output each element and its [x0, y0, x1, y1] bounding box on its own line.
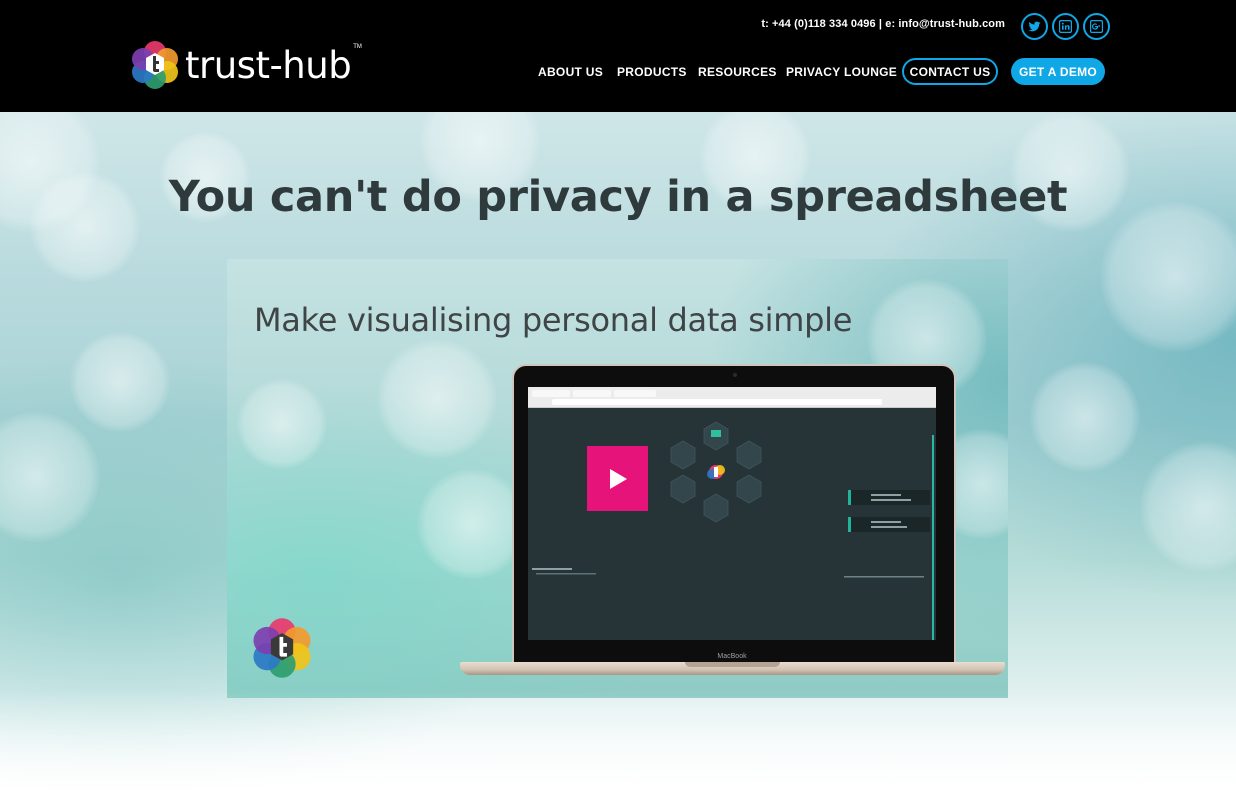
- browser-tab: [532, 390, 570, 397]
- laptop-label: MacBook: [717, 653, 747, 660]
- google-plus-button[interactable]: [1083, 13, 1110, 40]
- bokeh-light: [1100, 202, 1236, 352]
- google-plus-icon: [1090, 20, 1103, 33]
- side-card: [848, 490, 930, 505]
- trust-hub-logo-icon: [132, 41, 178, 89]
- browser-tab: [573, 390, 611, 397]
- bokeh-light: [417, 469, 527, 579]
- app-scroll-indicator: [932, 435, 934, 640]
- twitter-icon: [1028, 21, 1041, 32]
- video-heading: Make visualising personal data simple: [254, 301, 853, 339]
- linkedin-button[interactable]: [1052, 13, 1079, 40]
- bokeh-light: [1140, 442, 1236, 572]
- trademark: TM: [353, 44, 362, 50]
- laptop-base: [460, 662, 1005, 675]
- bokeh-light: [0, 412, 100, 542]
- nav-about-us[interactable]: ABOUT US: [538, 58, 603, 85]
- bokeh-light: [377, 339, 497, 459]
- video-player[interactable]: Make visualising personal data simple Ma…: [227, 259, 1008, 698]
- hero-section: You can't do privacy in a spreadsheet Ma…: [0, 112, 1236, 800]
- bokeh-light: [70, 332, 170, 432]
- nav-privacy-lounge[interactable]: PRIVACY LOUNGE: [786, 58, 897, 85]
- site-header: trust-hub TM t: +44 (0)118 334 0496 | e:…: [0, 0, 1236, 112]
- contact-us-button[interactable]: CONTACT US: [902, 58, 998, 85]
- browser-tab: [614, 390, 656, 397]
- laptop-screen: [512, 364, 956, 664]
- nav-products[interactable]: PRODUCTS: [617, 58, 687, 85]
- laptop-notch: [685, 662, 780, 667]
- app-dashboard: [528, 408, 936, 640]
- bokeh-light: [1030, 362, 1140, 472]
- browser-url-bar: [552, 399, 882, 405]
- browser-bar: [528, 387, 936, 408]
- brand-name: trust-hub: [185, 43, 352, 87]
- side-card: [848, 517, 930, 532]
- laptop-camera: [733, 373, 737, 377]
- linkedin-icon: [1059, 20, 1072, 33]
- trust-hub-logo-icon: [253, 618, 311, 678]
- app-screenshot: [528, 387, 936, 640]
- hero-title: You can't do privacy in a spreadsheet: [168, 172, 1068, 222]
- get-a-demo-button[interactable]: GET A DEMO: [1011, 58, 1105, 85]
- brand-logo-link[interactable]: trust-hub TM: [130, 40, 362, 90]
- play-button[interactable]: [587, 446, 648, 511]
- bokeh-light: [237, 379, 327, 469]
- play-icon: [609, 468, 627, 489]
- hero-bottom-fade: [0, 690, 1236, 800]
- contact-info: t: +44 (0)118 334 0496 | e: info@trust-h…: [761, 18, 1005, 30]
- twitter-button[interactable]: [1021, 13, 1048, 40]
- nav-resources[interactable]: RESOURCES: [698, 58, 777, 85]
